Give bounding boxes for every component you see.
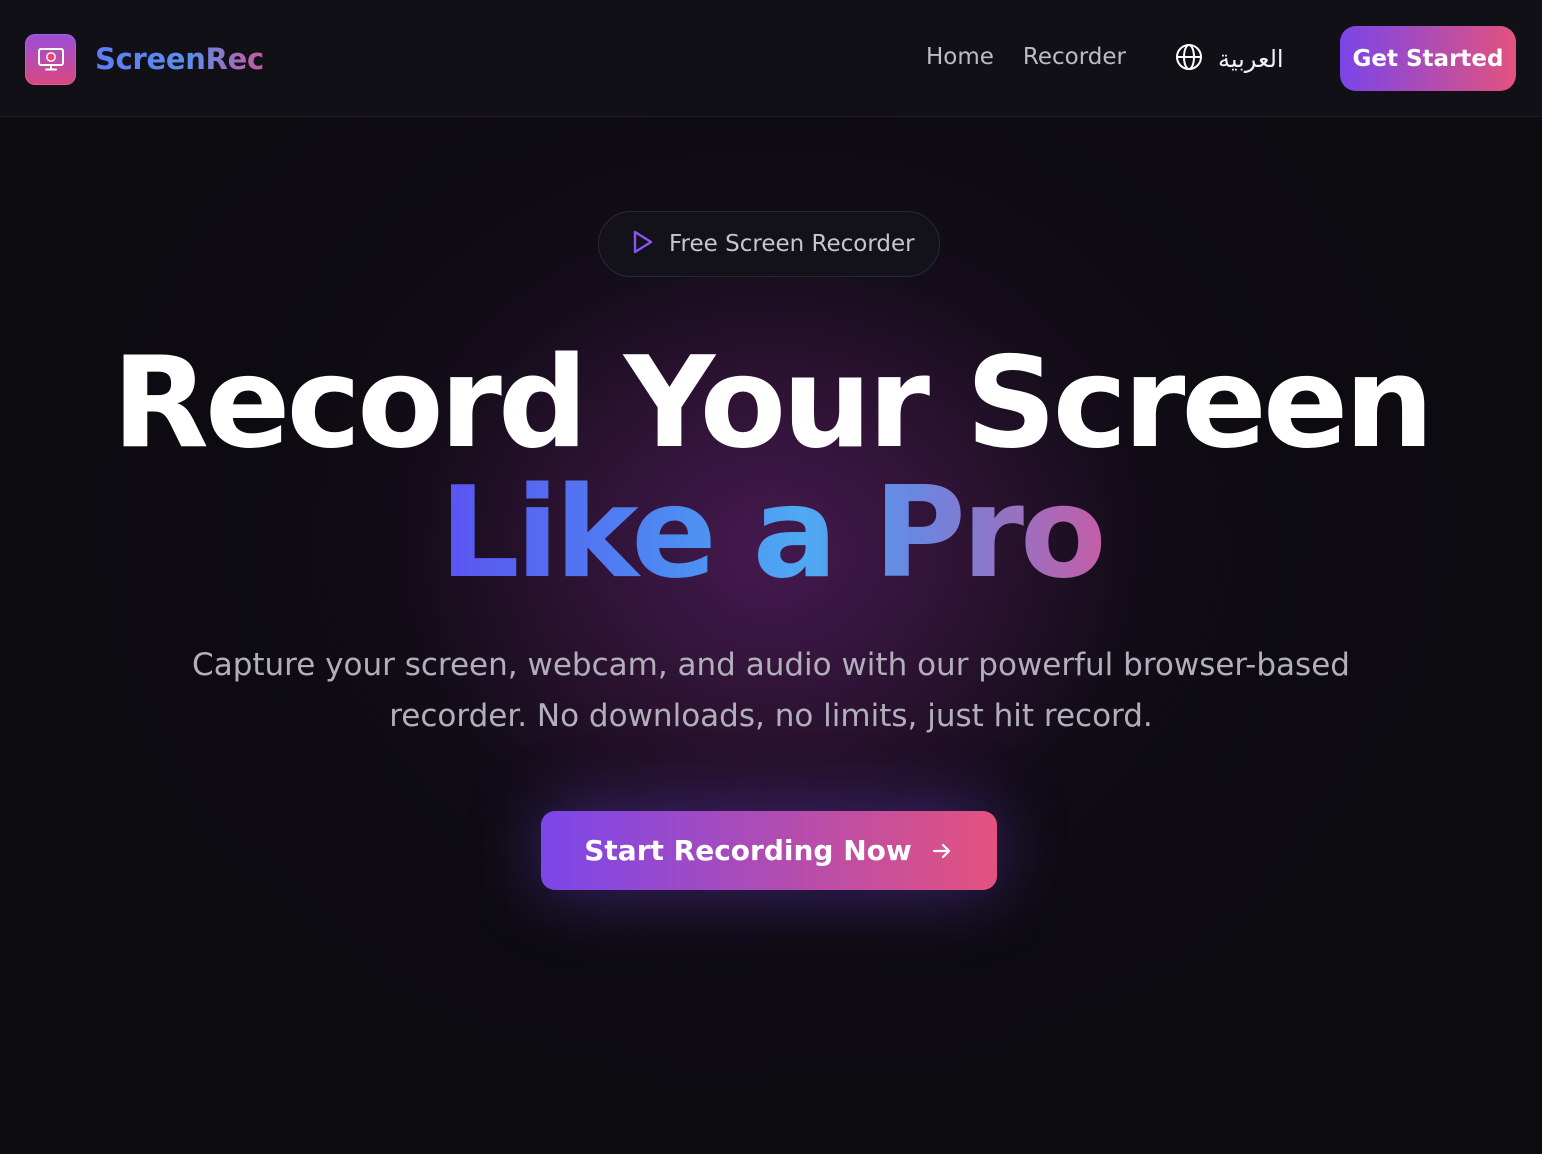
arrow-right-icon [930, 839, 954, 863]
hero-title-gradient-text: Like a Pro [439, 459, 1106, 606]
language-label: العربية [1218, 45, 1284, 73]
landing-page: ScreenRec Home Recorder العربية Get Star… [0, 0, 1542, 1154]
language-switcher[interactable]: العربية [1174, 41, 1284, 77]
hero-title-line1: Record Your Screen [111, 329, 1434, 476]
start-recording-button[interactable]: Start Recording Now [541, 811, 997, 890]
badge-label: Free Screen Recorder [669, 231, 915, 257]
globe-icon [1174, 42, 1204, 76]
brand-name: ScreenRec [95, 42, 264, 76]
start-recording-label: Start Recording Now [584, 834, 912, 867]
monitor-record-icon [25, 33, 76, 85]
nav-link-home[interactable]: Home [926, 44, 994, 70]
nav-links: Home Recorder [926, 44, 1155, 70]
get-started-button[interactable]: Get Started [1340, 26, 1516, 91]
play-icon [631, 229, 655, 259]
free-recorder-badge: Free Screen Recorder [598, 211, 940, 277]
hero-title-line2: Like a Pro [0, 468, 1542, 598]
brand-link[interactable]: ScreenRec [25, 33, 264, 85]
hero-subtitle: Capture your screen, webcam, and audio w… [192, 647, 1350, 734]
navbar: ScreenRec Home Recorder العربية Get Star… [0, 0, 1542, 117]
nav-link-recorder[interactable]: Recorder [1023, 44, 1126, 70]
